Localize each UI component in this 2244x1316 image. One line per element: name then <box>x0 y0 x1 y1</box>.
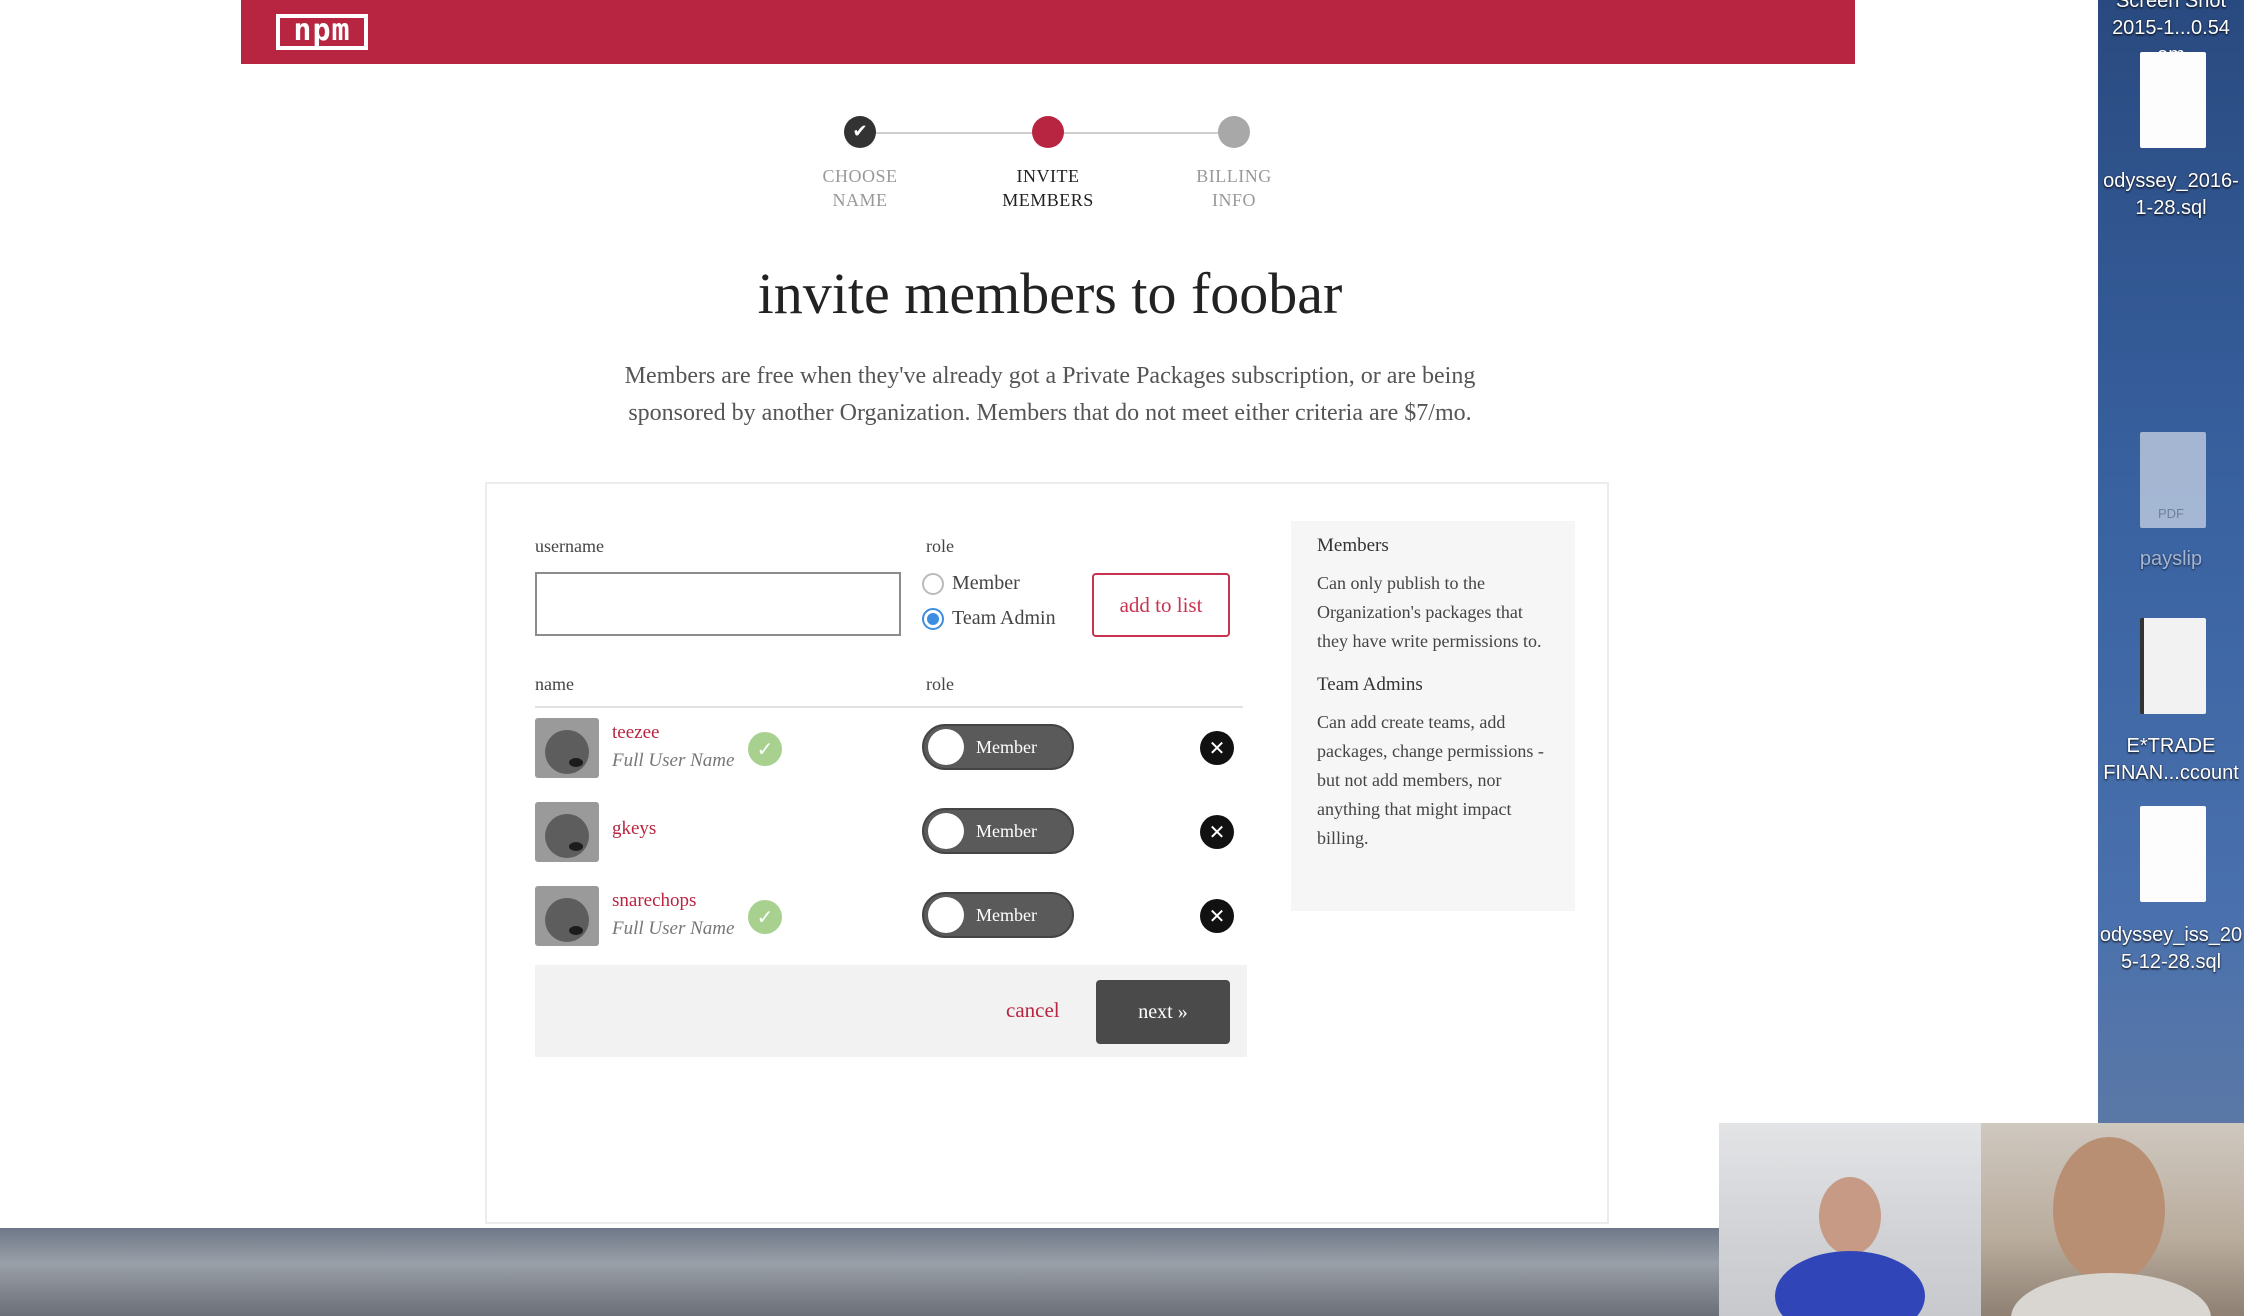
username-label: username <box>535 536 604 556</box>
verified-check-icon: ✓ <box>748 732 782 766</box>
member-username[interactable]: gkeys <box>612 818 656 840</box>
help-members-text: Can only publish to the Organization's p… <box>1317 573 1542 651</box>
help-members-title: Members <box>1317 535 1389 556</box>
list-divider <box>535 706 1243 708</box>
toggle-label: Member <box>976 821 1037 841</box>
desktop-file-label: E*TRADE FINAN...ccount <box>2103 735 2239 784</box>
avatar <box>535 886 599 946</box>
role-toggle[interactable]: Member <box>922 724 1074 770</box>
page-title: invite members to foobar <box>757 261 1343 326</box>
username-input[interactable] <box>535 572 901 636</box>
role-toggle[interactable]: Member <box>922 808 1074 854</box>
role-option-team-admin[interactable]: Team Admin <box>922 607 1056 630</box>
video-tile <box>1719 1123 1981 1316</box>
member-full-name: Full User Name <box>612 918 735 939</box>
next-button[interactable]: next » <box>1096 980 1230 1044</box>
video-tile <box>1981 1123 2244 1316</box>
toggle-knob <box>928 813 964 849</box>
desktop-file-label: odyssey_iss_20 5-12-28.sql <box>2099 924 2243 973</box>
sql-file-icon[interactable] <box>2140 806 2206 902</box>
role-label: role <box>926 536 954 556</box>
pdf-file-icon[interactable]: PDF <box>2140 432 2206 528</box>
step-choose-name: ✔ CHOOSE NAME <box>780 110 940 212</box>
help-admins-title: Team Admins <box>1317 674 1423 695</box>
role-toggle[interactable]: Member <box>922 892 1074 938</box>
pdf-badge: PDF <box>2158 506 2184 521</box>
participant-figure <box>1819 1177 1881 1255</box>
progress-stepper: ✔ CHOOSE NAME INVITE MEMBERS BILLING INF… <box>780 110 1320 220</box>
radio-label: Member <box>952 572 1020 594</box>
role-column-header: role <box>926 674 954 694</box>
step-billing-info: BILLING INFO <box>1154 110 1314 212</box>
npm-logo[interactable]: npm <box>276 14 368 50</box>
radio-label: Team Admin <box>952 607 1056 629</box>
avatar <box>535 718 599 778</box>
member-username[interactable]: snarechops <box>612 890 696 912</box>
document-file-icon[interactable] <box>2140 618 2206 714</box>
member-full-name: Full User Name <box>612 750 735 771</box>
step-label: INVITE MEMBERS <box>1002 166 1094 210</box>
toggle-knob <box>928 897 964 933</box>
page-intro: Members are free when they've already go… <box>624 363 1476 426</box>
cancel-link[interactable]: cancel <box>1006 998 1060 1023</box>
radio-button[interactable] <box>922 607 944 630</box>
role-help-panel: Members Can only publish to the Organiza… <box>1291 521 1575 911</box>
toggle-label: Member <box>976 905 1037 925</box>
step-label: CHOOSE NAME <box>822 166 898 210</box>
npm-header <box>241 0 1855 64</box>
participant-shirt <box>2011 1273 2211 1316</box>
desktop-file-label: odyssey_2016- 1-28.sql <box>2103 170 2239 219</box>
step-active-dot <box>1032 116 1064 148</box>
step-pending-dot <box>1218 116 1250 148</box>
member-username[interactable]: teezee <box>612 722 659 744</box>
participant-figure <box>2053 1137 2165 1283</box>
toggle-knob <box>928 729 964 765</box>
add-to-list-button[interactable]: add to list <box>1092 573 1230 637</box>
toggle-label: Member <box>976 737 1037 757</box>
remove-member-icon[interactable]: ✕ <box>1200 815 1234 849</box>
avatar <box>535 802 599 862</box>
member-row: teezee Full User Name ✓ Member ✕ <box>535 712 1243 782</box>
step-done-icon: ✔ <box>844 116 876 148</box>
sql-file-icon[interactable] <box>2140 52 2206 148</box>
desktop-file-label: payslip <box>2139 548 2203 570</box>
participant-shirt <box>1775 1251 1925 1316</box>
help-admins-text: Can add create teams, add packages, chan… <box>1317 712 1544 848</box>
remove-member-icon[interactable]: ✕ <box>1200 731 1234 765</box>
verified-check-icon: ✓ <box>748 900 782 934</box>
step-label: BILLING INFO <box>1196 166 1272 210</box>
video-call-overlay <box>1719 1123 2244 1316</box>
member-row: gkeys Member ✕ <box>535 796 1243 866</box>
step-invite-members: INVITE MEMBERS <box>968 110 1128 212</box>
browser-window: npm ✔ CHOOSE NAME INVITE MEMBERS BILLING… <box>0 0 2098 1228</box>
member-row: snarechops Full User Name ✓ Member ✕ <box>535 880 1243 950</box>
role-option-member[interactable]: Member <box>922 572 1020 595</box>
radio-button[interactable] <box>922 572 944 595</box>
name-column-header: name <box>535 674 574 694</box>
remove-member-icon[interactable]: ✕ <box>1200 899 1234 933</box>
